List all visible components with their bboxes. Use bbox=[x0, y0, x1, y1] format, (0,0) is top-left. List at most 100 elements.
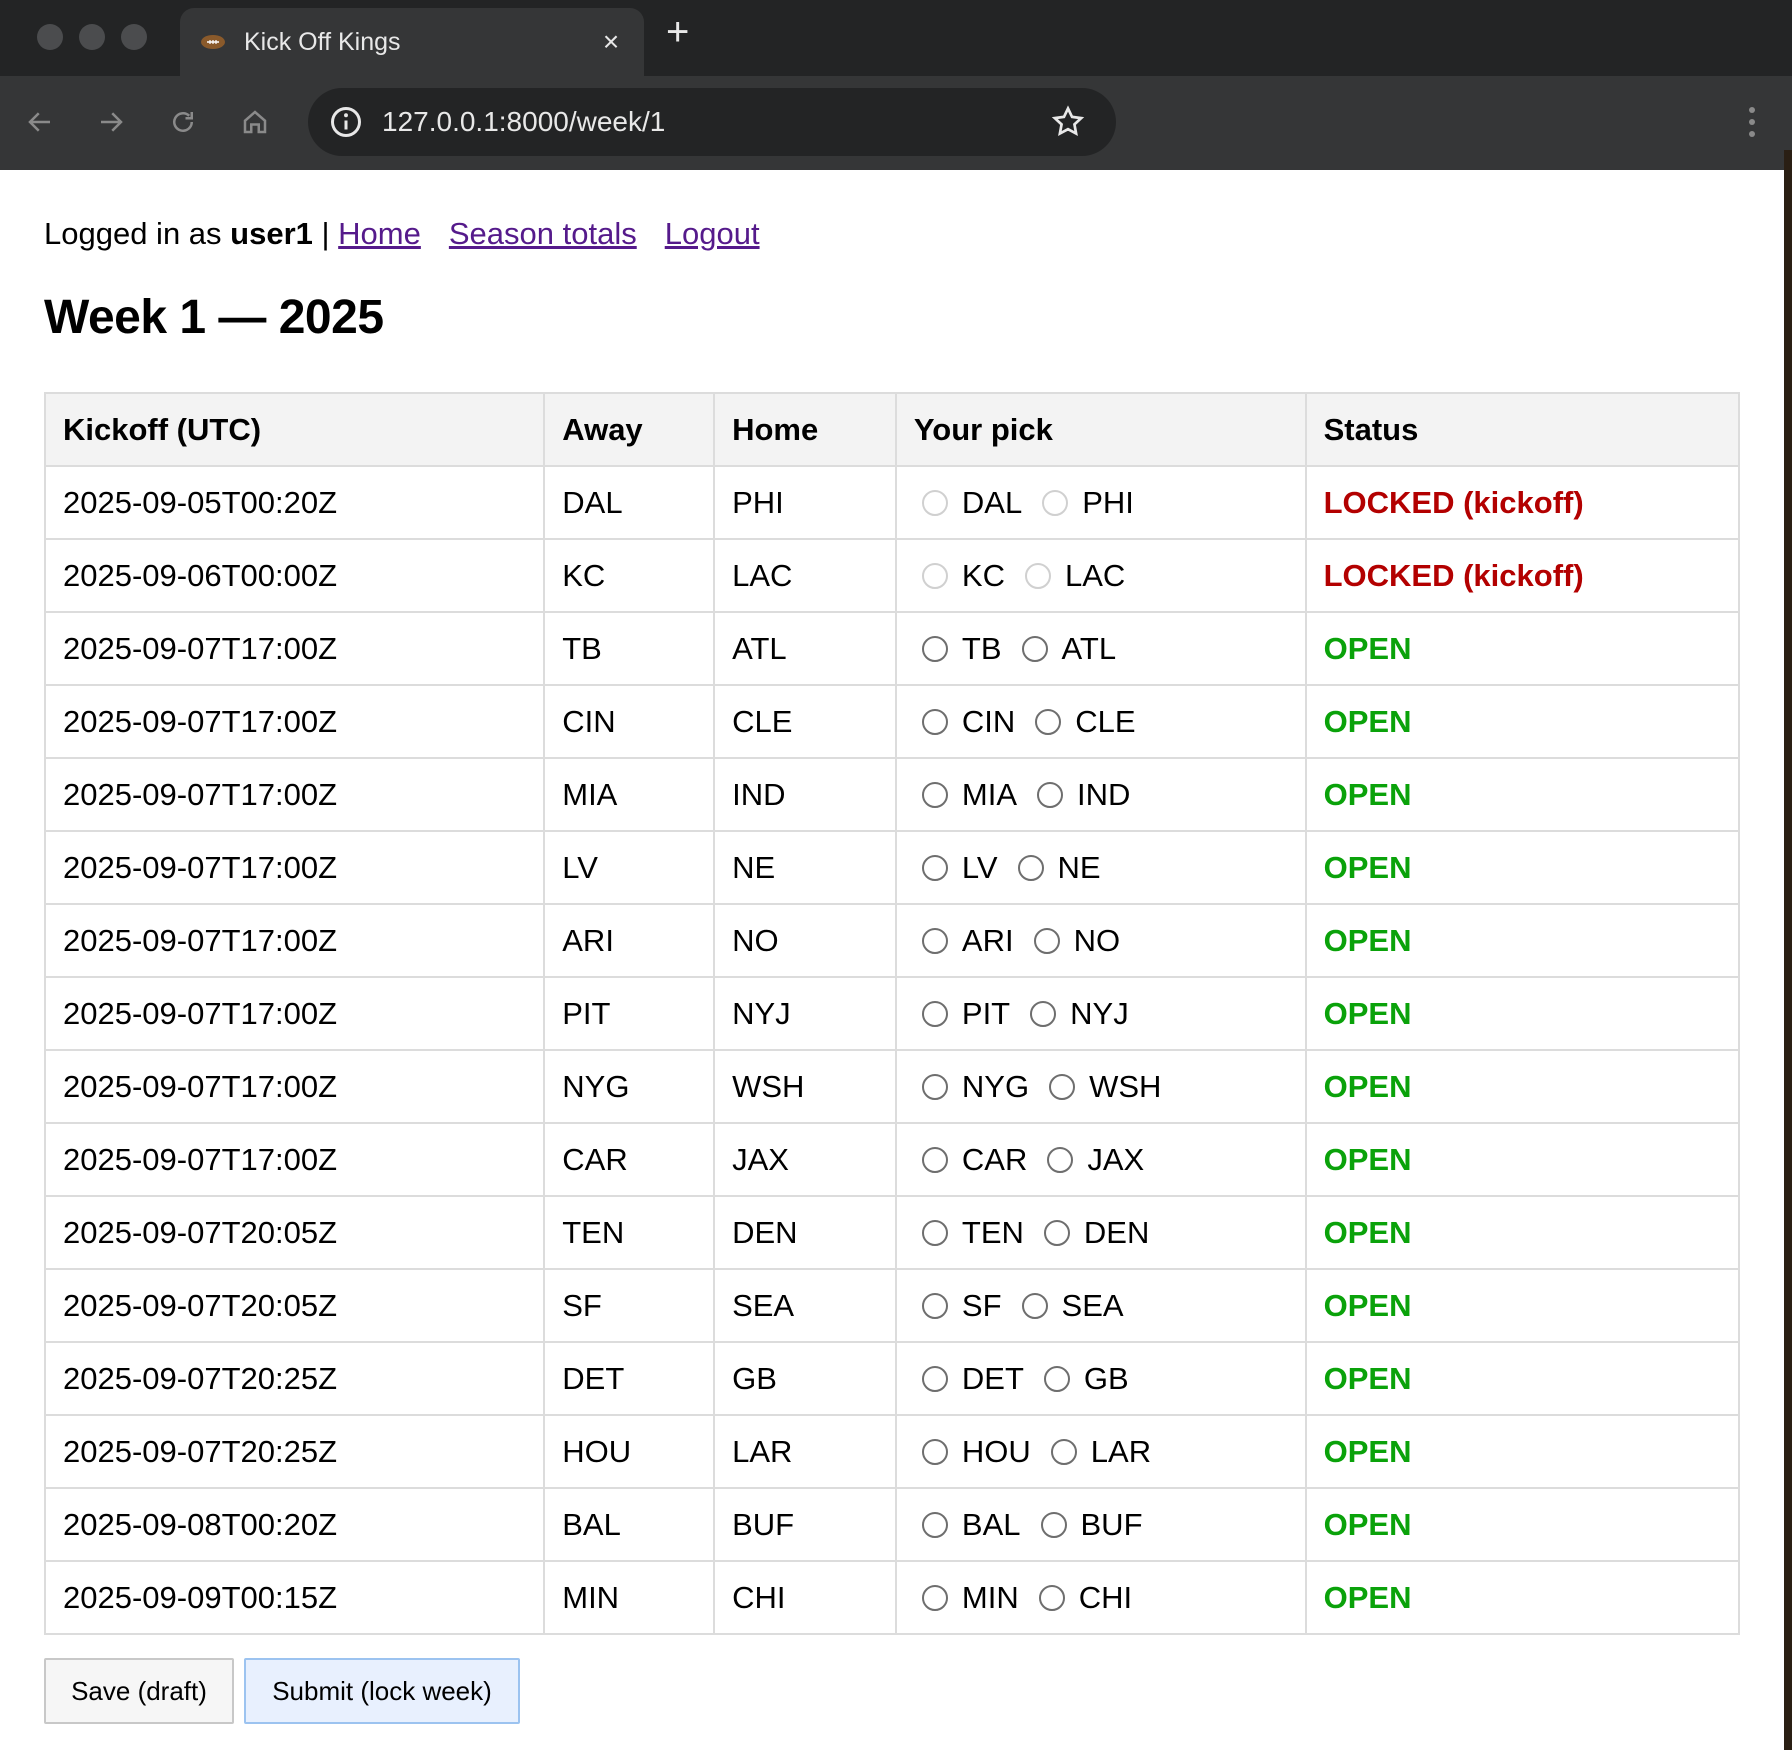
pick-away-label[interactable]: PIT bbox=[962, 996, 1010, 1032]
pick-away-label[interactable]: NYG bbox=[962, 1069, 1029, 1105]
pick-away-label[interactable]: ARI bbox=[962, 923, 1014, 959]
separator: | bbox=[312, 216, 339, 251]
browser-chrome: Kick Off Kings × + 127.0.0.1:8000/week/1 bbox=[0, 0, 1792, 170]
home-icon[interactable] bbox=[231, 98, 279, 146]
pick-home-radio[interactable] bbox=[1038, 1584, 1065, 1611]
url-text[interactable]: 127.0.0.1:8000/week/1 bbox=[382, 106, 665, 138]
pick-away-radio[interactable] bbox=[921, 1584, 948, 1611]
pick-away-radio[interactable] bbox=[921, 1292, 948, 1319]
pick-home-label[interactable]: IND bbox=[1077, 777, 1130, 813]
table-row: 2025-09-07T20:25Z DET GB DET GB OPEN bbox=[43, 1341, 1741, 1416]
pick-home-radio[interactable] bbox=[1043, 1365, 1070, 1392]
pick-away-radio[interactable] bbox=[921, 1000, 948, 1027]
header-home: Home bbox=[713, 392, 897, 467]
pick-away-label[interactable]: MIN bbox=[962, 1580, 1019, 1616]
pick-away-radio[interactable] bbox=[921, 1073, 948, 1100]
table-header-row: Kickoff (UTC) Away Home Your pick Status bbox=[43, 392, 1741, 467]
pick-away-label[interactable]: BAL bbox=[962, 1507, 1021, 1543]
pick-away-label[interactable]: TB bbox=[962, 631, 1002, 667]
pick-home-radio[interactable] bbox=[1017, 854, 1044, 881]
pick-away-label[interactable]: CIN bbox=[962, 704, 1015, 740]
pick-away-radio[interactable] bbox=[921, 708, 948, 735]
away-cell: SF bbox=[543, 1268, 716, 1343]
pick-away-radio[interactable] bbox=[921, 1438, 948, 1465]
pick-home-radio[interactable] bbox=[1040, 1511, 1067, 1538]
pick-away-label[interactable]: HOU bbox=[962, 1434, 1031, 1470]
home-cell: IND bbox=[713, 757, 897, 832]
pick-home-label[interactable]: BUF bbox=[1081, 1507, 1143, 1543]
pick-away-label[interactable]: DET bbox=[962, 1361, 1024, 1397]
pick-away-radio[interactable] bbox=[921, 1219, 948, 1246]
pick-home-radio[interactable] bbox=[1050, 1438, 1077, 1465]
pick-home-label[interactable]: SEA bbox=[1062, 1288, 1124, 1324]
close-window-button[interactable] bbox=[37, 24, 63, 50]
pick-home-label[interactable]: CLE bbox=[1075, 704, 1135, 740]
pick-home-label[interactable]: DEN bbox=[1084, 1215, 1149, 1251]
minimize-window-button[interactable] bbox=[79, 24, 105, 50]
back-arrow-icon[interactable] bbox=[16, 98, 64, 146]
logout-link[interactable]: Logout bbox=[665, 216, 760, 251]
pick-home-label[interactable]: NE bbox=[1058, 850, 1101, 886]
site-info-icon[interactable] bbox=[328, 104, 364, 140]
kickoff-cell: 2025-09-09T00:15Z bbox=[43, 1560, 546, 1635]
pick-home-radio[interactable] bbox=[1021, 635, 1048, 662]
kickoff-cell: 2025-09-07T17:00Z bbox=[43, 1122, 546, 1197]
pick-away-radio[interactable] bbox=[921, 1511, 948, 1538]
pick-home-radio[interactable] bbox=[1047, 1146, 1074, 1173]
pick-home-label[interactable]: JAX bbox=[1087, 1142, 1144, 1178]
pick-home-radio[interactable] bbox=[1035, 708, 1062, 735]
pick-away-label[interactable]: MIA bbox=[962, 777, 1017, 813]
forward-arrow-icon[interactable] bbox=[87, 98, 135, 146]
pick-away-label[interactable]: TEN bbox=[962, 1215, 1024, 1251]
home-link[interactable]: Home bbox=[338, 216, 421, 251]
pick-away-label[interactable]: CAR bbox=[962, 1142, 1027, 1178]
pick-cell: BAL BUF bbox=[894, 1487, 1307, 1562]
pick-home-radio[interactable] bbox=[1033, 927, 1060, 954]
pick-home-radio[interactable] bbox=[1021, 1292, 1048, 1319]
pick-home-radio[interactable] bbox=[1037, 781, 1064, 808]
pick-away-radio[interactable] bbox=[921, 781, 948, 808]
away-cell: PIT bbox=[543, 976, 716, 1051]
pick-home-label[interactable]: CHI bbox=[1079, 1580, 1132, 1616]
header-your-pick: Your pick bbox=[894, 392, 1307, 467]
status-badge: OPEN bbox=[1304, 903, 1741, 978]
table-row: 2025-09-08T00:20Z BAL BUF BAL BUF OPEN bbox=[43, 1487, 1741, 1562]
pick-home-radio[interactable] bbox=[1049, 1073, 1076, 1100]
browser-tab[interactable]: Kick Off Kings × bbox=[180, 8, 644, 76]
header-kickoff: Kickoff (UTC) bbox=[43, 392, 546, 467]
pick-away-radio[interactable] bbox=[921, 854, 948, 881]
address-bar[interactable]: 127.0.0.1:8000/week/1 bbox=[308, 88, 1116, 156]
submit-lock-week-button[interactable]: Submit (lock week) bbox=[244, 1658, 520, 1724]
pick-away-radio bbox=[921, 489, 948, 516]
zoom-window-button[interactable] bbox=[121, 24, 147, 50]
pick-home-label[interactable]: LAR bbox=[1091, 1434, 1151, 1470]
pick-home-label[interactable]: NO bbox=[1074, 923, 1121, 959]
pick-home-radio[interactable] bbox=[1043, 1219, 1070, 1246]
tab-close-icon[interactable]: × bbox=[596, 26, 626, 58]
home-cell: ATL bbox=[713, 611, 897, 686]
pick-away-label[interactable]: LV bbox=[962, 850, 998, 886]
away-cell: BAL bbox=[543, 1487, 716, 1562]
kickoff-cell: 2025-09-07T17:00Z bbox=[43, 611, 546, 686]
pick-away-radio[interactable] bbox=[921, 635, 948, 662]
reload-icon[interactable] bbox=[159, 98, 207, 146]
pick-home-label[interactable]: NYJ bbox=[1070, 996, 1129, 1032]
save-draft-button[interactable]: Save (draft) bbox=[44, 1658, 234, 1724]
pick-away-radio[interactable] bbox=[921, 1146, 948, 1173]
pick-away-label[interactable]: SF bbox=[962, 1288, 1002, 1324]
kickoff-cell: 2025-09-05T00:20Z bbox=[43, 465, 546, 540]
season-totals-link[interactable]: Season totals bbox=[449, 216, 637, 251]
pick-home-radio[interactable] bbox=[1030, 1000, 1057, 1027]
pick-away-radio[interactable] bbox=[921, 1365, 948, 1392]
bookmark-star-icon[interactable] bbox=[1050, 104, 1086, 140]
new-tab-button[interactable]: + bbox=[666, 10, 689, 55]
pick-home-label[interactable]: ATL bbox=[1062, 631, 1117, 667]
pick-away-radio[interactable] bbox=[921, 927, 948, 954]
window-edge bbox=[1784, 150, 1792, 1750]
header-away: Away bbox=[543, 392, 716, 467]
more-menu-icon[interactable] bbox=[1742, 102, 1762, 142]
pick-home-label[interactable]: WSH bbox=[1089, 1069, 1161, 1105]
kickoff-cell: 2025-09-07T17:00Z bbox=[43, 1049, 546, 1124]
page-title: Week 1 — 2025 bbox=[44, 291, 384, 344]
pick-home-label[interactable]: GB bbox=[1084, 1361, 1129, 1397]
